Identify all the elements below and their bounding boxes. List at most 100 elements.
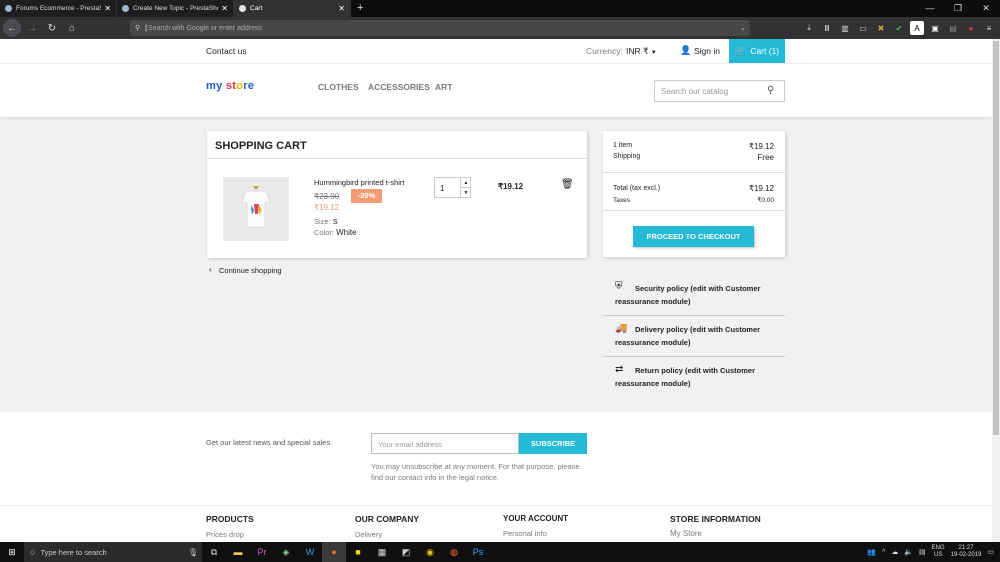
- discount-badge: -20%: [351, 189, 382, 203]
- reassurance-item: ⇄ Return policy (edit with Customer reas…: [603, 357, 785, 398]
- windows-taskbar: ⊞ ○ Type here to search 🎙 ⧉ ▬ Pr ◈ W ● ■…: [0, 542, 1000, 562]
- microphone-icon[interactable]: 🎙: [188, 548, 198, 557]
- trash-icon[interactable]: 🗑: [561, 179, 574, 190]
- close-window-icon[interactable]: ✕: [972, 0, 1000, 17]
- reassurance-text: Security policy (edit with Customer reas…: [615, 284, 761, 306]
- footer-account-title[interactable]: YOUR ACCOUNT: [503, 514, 568, 523]
- photoshop-icon[interactable]: Ps: [466, 542, 490, 562]
- newsletter-label: Get our latest news and special sales: [206, 438, 331, 447]
- divider: [603, 172, 785, 173]
- volume-icon[interactable]: 🔈: [904, 548, 913, 556]
- extension-icon[interactable]: ●: [964, 21, 978, 35]
- catalog-search-input[interactable]: Search our catalog ⚲: [654, 80, 785, 102]
- newsletter-email-input[interactable]: Your email address: [371, 433, 519, 454]
- taxes-label: Taxes: [613, 197, 630, 204]
- firefox-dev-icon[interactable]: ◍: [442, 542, 466, 562]
- sticky-notes-icon[interactable]: ■: [346, 542, 370, 562]
- firefox-icon[interactable]: ●: [322, 542, 346, 562]
- taskbar-search-placeholder: Type here to search: [40, 547, 107, 557]
- notification-icon[interactable]: ▭: [987, 548, 994, 556]
- back-arrow-icon[interactable]: ←: [3, 19, 21, 37]
- browser-tab[interactable]: Forums Ecommerce - PrestaSh ✕: [0, 0, 117, 17]
- size-label: Size: S: [314, 217, 338, 226]
- product-image[interactable]: [223, 177, 289, 241]
- extension-icon[interactable]: A: [910, 21, 924, 35]
- library-icon[interactable]: Ⅲ: [820, 21, 834, 35]
- divider: [603, 210, 785, 211]
- quantity-value[interactable]: 1: [440, 184, 444, 193]
- windows-start-icon[interactable]: ⊞: [0, 542, 24, 562]
- browser-tab-active[interactable]: Cart ✕: [234, 0, 351, 17]
- menu-item-art[interactable]: ART: [435, 82, 452, 92]
- extension-icon[interactable]: ✔: [892, 21, 906, 35]
- reassurance-item: ⛨ Security policy (edit with Customer re…: [603, 275, 785, 316]
- close-tab-icon[interactable]: ✕: [338, 4, 345, 13]
- premiere-icon[interactable]: Pr: [250, 542, 274, 562]
- download-icon[interactable]: ⤓: [802, 21, 816, 35]
- size-label-text: Size:: [314, 217, 331, 226]
- subscribe-button[interactable]: SUBSCRIBE: [519, 433, 587, 454]
- menu-item-clothes[interactable]: CLOTHES: [318, 82, 359, 92]
- network-icon[interactable]: ▤: [919, 548, 926, 556]
- home-icon[interactable]: ⌂: [63, 19, 81, 37]
- browser-tab[interactable]: Create New Topic - PrestaShop ✕: [117, 0, 234, 17]
- close-tab-icon[interactable]: ✕: [221, 4, 228, 13]
- web-page: Contact us Currency: INR ₹ ▼ 👤 Sign in 🛒…: [0, 39, 992, 542]
- minimize-icon[interactable]: —: [916, 0, 944, 17]
- cart-button[interactable]: 🛒 Cart (1): [729, 39, 785, 63]
- sidebar-icon[interactable]: ▥: [838, 21, 852, 35]
- reload-icon[interactable]: ↻: [43, 19, 61, 37]
- clock[interactable]: 21:27 19-02-2019: [951, 545, 982, 559]
- search-icon[interactable]: ⚲: [767, 85, 774, 96]
- cloud-icon[interactable]: ☁: [891, 548, 898, 556]
- contact-us-link[interactable]: Contact us: [206, 46, 247, 56]
- footer-link[interactable]: Delivery: [355, 530, 382, 539]
- scrollbar-thumb[interactable]: [993, 41, 999, 435]
- quantity-stepper[interactable]: 1 ▲ ▼: [434, 177, 471, 198]
- reader-icon[interactable]: ▭: [856, 21, 870, 35]
- maximize-icon[interactable]: ❐: [944, 0, 972, 17]
- close-tab-icon[interactable]: ✕: [104, 4, 111, 13]
- store-logo[interactable]: my store: [206, 80, 254, 92]
- language-indicator[interactable]: ENG US: [932, 545, 945, 559]
- sign-in-link[interactable]: Sign in: [694, 46, 720, 56]
- footer-info-title: STORE INFORMATION: [670, 514, 761, 524]
- reassurance-text: Return policy (edit with Customer reassu…: [615, 366, 756, 388]
- store-header: my store CLOTHES ACCESSORIES ART Search …: [0, 64, 992, 117]
- lang-text: ENG: [931, 545, 945, 551]
- chevron-up-icon[interactable]: ^: [882, 549, 885, 556]
- menu-item-accessories[interactable]: ACCESSORIES: [368, 82, 430, 92]
- address-bar[interactable]: ⚲ | Search with Google or enter address …: [130, 20, 750, 36]
- task-view-icon[interactable]: ⧉: [202, 542, 226, 562]
- chrome-icon[interactable]: ◉: [418, 542, 442, 562]
- continue-shopping-link[interactable]: Continue shopping: [219, 266, 282, 275]
- app-icon[interactable]: ◩: [394, 542, 418, 562]
- photos-icon[interactable]: ◈: [274, 542, 298, 562]
- word-icon[interactable]: W: [298, 542, 322, 562]
- chevron-down-icon[interactable]: ▼: [460, 188, 471, 198]
- store-top-nav: Contact us Currency: INR ₹ ▼ 👤 Sign in 🛒…: [0, 39, 992, 64]
- file-explorer-icon[interactable]: ▬: [226, 542, 250, 562]
- chevron-left-icon: ‹: [209, 265, 212, 274]
- product-name-link[interactable]: Hummingbird printed t-shirt: [314, 178, 404, 187]
- new-tab-button[interactable]: +: [351, 0, 369, 17]
- forward-arrow-icon[interactable]: →: [23, 19, 41, 37]
- footer-products-title: PRODUCTS: [206, 514, 254, 524]
- calculator-icon[interactable]: ▦: [370, 542, 394, 562]
- chevron-up-icon[interactable]: ▲: [460, 178, 471, 188]
- chevron-down-icon[interactable]: ⌄: [740, 24, 746, 32]
- newsletter-note: You may unsubscribe at any moment. For t…: [371, 462, 580, 482]
- extension-icon[interactable]: ▤: [946, 21, 960, 35]
- size-value: S: [332, 217, 338, 226]
- proceed-to-checkout-button[interactable]: PROCEED TO CHECKOUT: [633, 226, 754, 247]
- menu-icon[interactable]: ≡: [982, 21, 996, 35]
- footer-link[interactable]: Personal info: [503, 529, 547, 538]
- footer-link[interactable]: Prices drop: [206, 530, 244, 539]
- extension-icon[interactable]: ✖: [874, 21, 888, 35]
- search-icon: ⚲: [135, 25, 141, 32]
- people-icon[interactable]: 👥: [867, 548, 876, 556]
- extension-icon[interactable]: ▣: [928, 21, 942, 35]
- caret-down-icon: ▼: [650, 50, 657, 56]
- taskbar-search-input[interactable]: ○ Type here to search 🎙: [24, 542, 202, 562]
- currency-selector[interactable]: INR ₹ ▼: [626, 46, 657, 57]
